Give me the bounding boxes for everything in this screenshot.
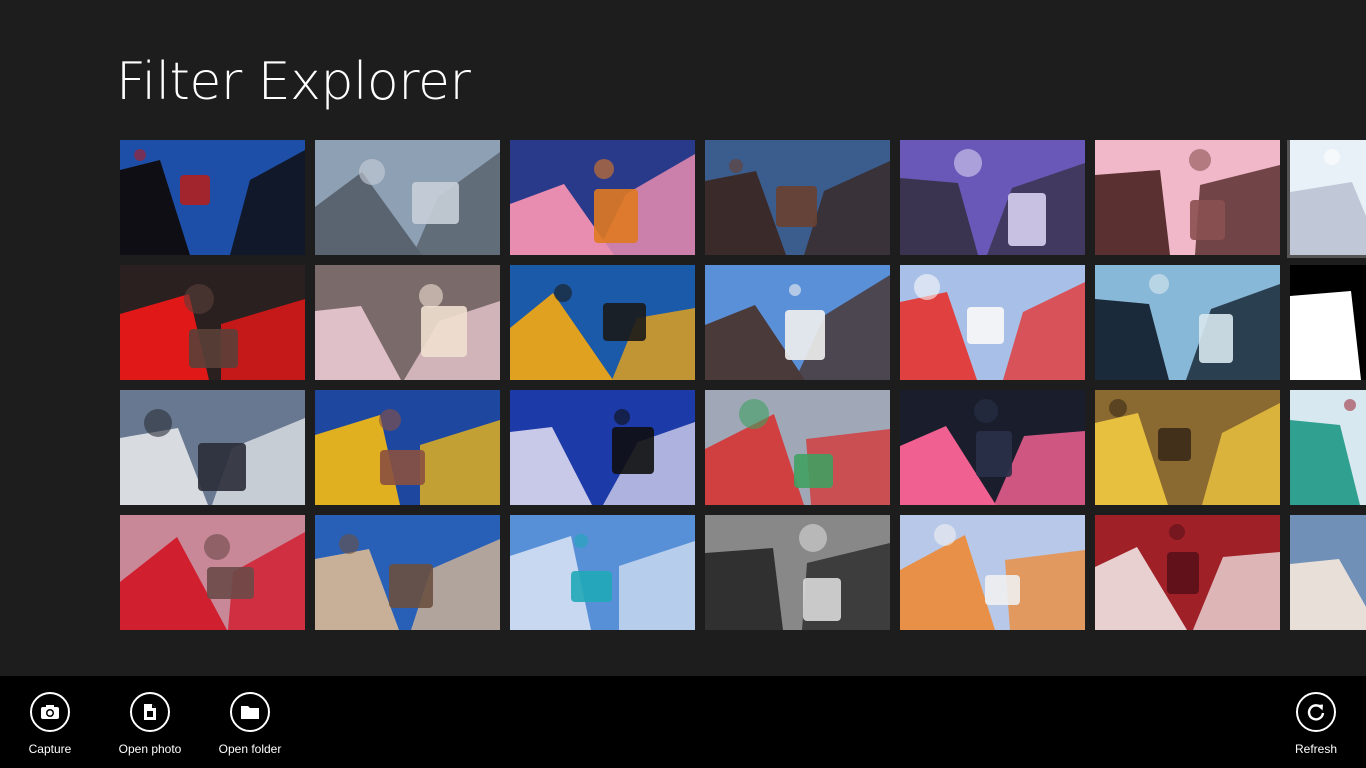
photo-tile-fire-escape-pink-sky[interactable] xyxy=(1095,140,1280,255)
photo-tile-bare-branches-faded[interactable] xyxy=(315,140,500,255)
photo-thumbnail xyxy=(315,140,500,255)
open-photo-button[interactable]: Open photo xyxy=(105,692,195,756)
photo-tile-street-sign-blue-sky[interactable] xyxy=(120,140,305,255)
photo-thumbnail xyxy=(705,515,890,630)
photo-thumbnail xyxy=(900,140,1085,255)
app-bar: Capture Open photo Open folder Refresh xyxy=(0,676,1366,768)
photo-thumbnail xyxy=(1095,390,1280,505)
photo-thumbnail xyxy=(900,265,1085,380)
photo-grid xyxy=(120,140,1366,630)
photo-tile-sky-partial[interactable] xyxy=(1290,515,1366,630)
photo-tile-bw-street[interactable] xyxy=(705,515,890,630)
folder-icon xyxy=(230,692,270,732)
photo-tile-grey-snow-scene[interactable] xyxy=(120,390,305,505)
photo-thumbnail xyxy=(900,515,1085,630)
photo-thumbnail xyxy=(1290,515,1366,630)
open-folder-button[interactable]: Open folder xyxy=(205,692,295,756)
photo-thumbnail xyxy=(510,265,695,380)
photo-thumbnail xyxy=(510,515,695,630)
photo-tile-solarized-pool[interactable] xyxy=(1095,265,1280,380)
photo-thumbnail xyxy=(120,390,305,505)
capture-label: Capture xyxy=(28,742,72,756)
open-photo-label: Open photo xyxy=(118,742,182,756)
photo-tile-purple-townhouses[interactable] xyxy=(900,140,1085,255)
photo-tile-plush-toys-window[interactable] xyxy=(315,265,500,380)
photo-thumbnail xyxy=(315,390,500,505)
photo-tile-yellow-signal-box[interactable] xyxy=(510,265,695,380)
photo-thumbnail xyxy=(315,515,500,630)
photo-tile-sketch-lamp-post[interactable] xyxy=(1287,140,1366,258)
photo-tile-teal-storefront[interactable] xyxy=(1290,390,1366,505)
photo-thumbnail xyxy=(120,515,305,630)
photo-tile-french-brazil-flags[interactable] xyxy=(900,265,1085,380)
photo-tile-brick-building-blue[interactable] xyxy=(705,140,890,255)
photo-thumbnail xyxy=(705,265,890,380)
photo-thumbnail xyxy=(1095,515,1280,630)
photo-tile-newsstand-magazines[interactable] xyxy=(705,390,890,505)
photo-thumbnail xyxy=(1095,140,1280,255)
photo-tile-red-scooter[interactable] xyxy=(120,265,305,380)
photo-tile-blue-pattern-tree[interactable] xyxy=(510,515,695,630)
photo-thumbnail xyxy=(510,140,695,255)
photo-tile-pink-street-scooter[interactable] xyxy=(120,515,305,630)
photo-thumbnail xyxy=(705,140,890,255)
capture-button[interactable]: Capture xyxy=(5,692,95,756)
photo-tile-traffic-lights-blue-sky[interactable] xyxy=(315,390,500,505)
open-folder-label: Open folder xyxy=(218,742,282,756)
photo-tile-red-ceiling-fans[interactable] xyxy=(1095,515,1280,630)
photo-thumbnail xyxy=(315,265,500,380)
photo-tile-white-bw-silhouette[interactable] xyxy=(1290,265,1366,380)
refresh-label: Refresh xyxy=(1294,742,1338,756)
photo-tile-orange-meter-sketch[interactable] xyxy=(900,515,1085,630)
photo-thumbnail xyxy=(510,390,695,505)
photo-thumbnail xyxy=(1290,390,1366,505)
photo-tile-curved-buildings[interactable] xyxy=(315,515,500,630)
photo-thumbnail xyxy=(1290,140,1366,255)
photo-thumbnail xyxy=(120,140,305,255)
photo-tile-posterized-water-tower[interactable] xyxy=(510,390,695,505)
refresh-icon xyxy=(1296,692,1336,732)
photo-tile-pedestrian-signal-pink-sky[interactable] xyxy=(510,140,695,255)
camera-icon xyxy=(30,692,70,732)
photo-thumbnail xyxy=(900,390,1085,505)
refresh-button[interactable]: Refresh xyxy=(1271,692,1361,756)
photo-thumbnail xyxy=(705,390,890,505)
photo-tile-pink-hearts-wall[interactable] xyxy=(900,390,1085,505)
photo-file-icon xyxy=(130,692,170,732)
photo-thumbnail xyxy=(120,265,305,380)
photo-thumbnail xyxy=(1290,265,1366,380)
photo-tile-mural-building-clouds[interactable] xyxy=(705,265,890,380)
photo-tile-loft-ceiling-fans[interactable] xyxy=(1095,390,1280,505)
page-title: Filter Explorer xyxy=(116,52,471,112)
photo-thumbnail xyxy=(1095,265,1280,380)
